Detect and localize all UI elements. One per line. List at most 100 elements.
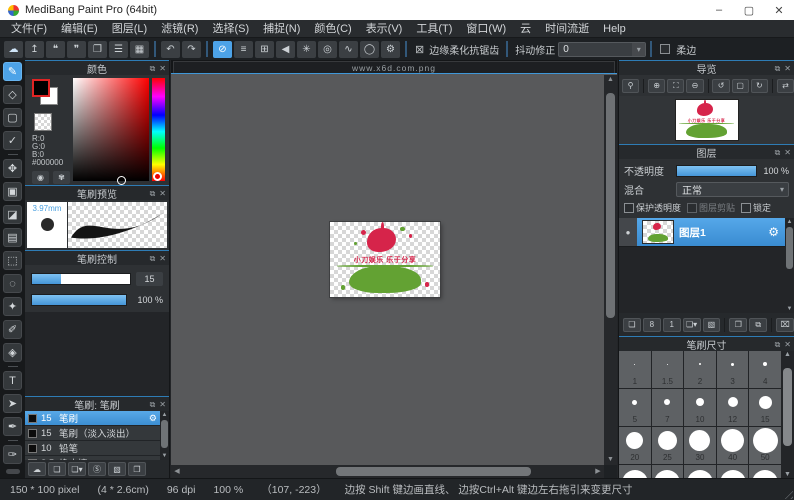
- brush-size-option[interactable]: 4: [749, 351, 781, 388]
- layer-visibility-toggle[interactable]: ●: [619, 218, 637, 246]
- eraser-tool[interactable]: ◇: [3, 85, 22, 104]
- menu-tools[interactable]: 工具(T): [409, 20, 459, 38]
- menu-color[interactable]: 颜色(C): [307, 20, 358, 38]
- scrollbar-thumb[interactable]: [786, 227, 793, 269]
- sv-marker[interactable]: [117, 176, 126, 185]
- add-1bit-layer-button[interactable]: 1: [663, 318, 681, 332]
- scroll-left-icon[interactable]: ◀: [171, 467, 183, 477]
- eyedropper-tool[interactable]: ✑: [3, 445, 22, 464]
- zoom-out-button[interactable]: ⊖: [686, 79, 703, 93]
- operation-select-tool[interactable]: ➤: [3, 394, 22, 413]
- scrollbar-thumb[interactable]: [783, 368, 792, 446]
- brush-size-value[interactable]: 15: [136, 272, 163, 286]
- menu-window[interactable]: 窗口(W): [459, 20, 513, 38]
- scroll-up-icon[interactable]: ▲: [787, 218, 793, 226]
- add-layer-button[interactable]: ❏: [623, 318, 641, 332]
- brush-tool[interactable]: ✎: [3, 62, 22, 81]
- add-brush-menu-button[interactable]: ❏▾: [68, 462, 86, 476]
- divide-tool[interactable]: ✒: [3, 417, 22, 436]
- select-eraser-tool[interactable]: ◈: [3, 343, 22, 362]
- cloud-brush-button[interactable]: ☁: [28, 462, 46, 476]
- close-icon[interactable]: ✕: [784, 148, 791, 157]
- menu-layer[interactable]: 图层(L): [105, 20, 154, 38]
- brush-size-option[interactable]: 15: [749, 389, 781, 426]
- scroll-right-icon[interactable]: ▶: [592, 467, 604, 477]
- brush-size-option[interactable]: 2: [684, 351, 716, 388]
- delete-layer-button[interactable]: ⌧: [776, 318, 794, 332]
- snap-radial-icon[interactable]: ✳: [297, 41, 316, 58]
- close-icon[interactable]: ✕: [159, 189, 166, 198]
- brush-size-scrollbar[interactable]: ▲ ▼: [781, 351, 794, 478]
- close-button[interactable]: ✕: [764, 0, 794, 20]
- gradient-tool[interactable]: ▤: [3, 228, 22, 247]
- soft-edge-checkbox[interactable]: [660, 44, 670, 54]
- brush-size-option[interactable]: 5: [619, 389, 651, 426]
- duplicate-brush-button[interactable]: ❐: [128, 462, 146, 476]
- layer-list-scrollbar[interactable]: ▲ ▼: [785, 218, 794, 313]
- add-brush-button[interactable]: ❏: [48, 462, 66, 476]
- layer-opacity-slider[interactable]: [676, 165, 757, 177]
- scrollbar-thumb[interactable]: [336, 467, 531, 476]
- close-icon[interactable]: ✕: [159, 400, 166, 409]
- canvas-horizontal-scrollbar[interactable]: ◀ ▶: [171, 465, 604, 478]
- reset-view-button[interactable]: ▢: [732, 79, 749, 93]
- brush-size-option[interactable]: [619, 465, 651, 478]
- duplicate-layer-button[interactable]: ❐: [729, 318, 747, 332]
- cloud-icon[interactable]: ☁: [4, 41, 23, 58]
- close-icon[interactable]: ✕: [159, 64, 166, 73]
- canvas-viewport[interactable]: 小刀娱乐 乐于分享: [171, 75, 604, 465]
- protect-alpha-checkbox[interactable]: [624, 203, 634, 213]
- maximize-button[interactable]: ▢: [734, 0, 764, 20]
- stabilizer-dropdown[interactable]: 0 ▾: [558, 42, 646, 57]
- canvas-tab[interactable]: www.x6d.com.png: [173, 61, 615, 73]
- scroll-down-icon[interactable]: ▼: [607, 455, 614, 465]
- zoom-100-button[interactable]: ⚲: [622, 79, 639, 93]
- toolbar-overflow-handle[interactable]: [6, 469, 20, 474]
- rotate-right-button[interactable]: ↻: [751, 79, 768, 93]
- popout-icon[interactable]: ⧉: [775, 64, 781, 74]
- move-tool[interactable]: ✥: [3, 159, 22, 178]
- magic-wand-tool[interactable]: ✦: [3, 297, 22, 316]
- brush-size-option[interactable]: 7: [652, 389, 684, 426]
- menu-help[interactable]: Help: [596, 20, 633, 38]
- menu-timelapse[interactable]: 时间流逝: [538, 20, 596, 38]
- brush-list-item[interactable]: 15 笔刷 ⚙: [25, 411, 160, 426]
- brush-size-option[interactable]: [684, 465, 716, 478]
- popout-icon[interactable]: ⧉: [150, 64, 156, 74]
- brush-folder-button[interactable]: ▧: [108, 462, 126, 476]
- snap-ellipse-icon[interactable]: ◯: [360, 41, 379, 58]
- scroll-down-icon[interactable]: ▼: [784, 471, 791, 478]
- canvas-document[interactable]: 小刀娱乐 乐于分享: [330, 222, 440, 297]
- form-icon[interactable]: ☰: [109, 41, 128, 58]
- transparent-color-swatch[interactable]: [34, 113, 52, 131]
- lock-checkbox[interactable]: [741, 203, 751, 213]
- brush-size-option[interactable]: 3: [717, 351, 749, 388]
- navigator-thumbnail[interactable]: 小刀娱乐 乐于分享: [676, 100, 738, 140]
- scroll-down-icon[interactable]: ▼: [787, 305, 793, 313]
- blend-mode-dropdown[interactable]: 正常 ▾: [676, 182, 789, 197]
- brush-size-option[interactable]: [749, 465, 781, 478]
- bucket-tool[interactable]: ◪: [3, 205, 22, 224]
- brush-opacity-slider[interactable]: [31, 294, 127, 306]
- gear-icon[interactable]: ⚙: [149, 413, 157, 424]
- brush-size-option[interactable]: 30: [684, 427, 716, 464]
- rotate-left-button[interactable]: ↺: [712, 79, 729, 93]
- brush-size-slider[interactable]: [31, 273, 131, 285]
- brush-size-option[interactable]: 50: [749, 427, 781, 464]
- feedback-icon[interactable]: ❞: [67, 41, 86, 58]
- palette-button[interactable]: ✾: [53, 171, 70, 184]
- snap-grid-icon[interactable]: ⊞: [255, 41, 274, 58]
- popout-icon[interactable]: ⧉: [775, 340, 781, 350]
- document-icon[interactable]: ❐: [88, 41, 107, 58]
- add-8bit-layer-button[interactable]: 8: [643, 318, 661, 332]
- brush-size-option[interactable]: 40: [717, 427, 749, 464]
- snap-parallel-icon[interactable]: ≡: [234, 41, 253, 58]
- popout-icon[interactable]: ⧉: [150, 189, 156, 199]
- brush-size-option[interactable]: 1.5: [652, 351, 684, 388]
- minimize-button[interactable]: –: [704, 0, 734, 20]
- fill-rect-tool[interactable]: ▣: [3, 182, 22, 201]
- comment-icon[interactable]: ❝: [46, 41, 65, 58]
- gear-icon[interactable]: ⚙: [768, 225, 779, 239]
- shape-brush-tool[interactable]: ▢: [3, 108, 22, 127]
- antialias-icon[interactable]: ⊠: [415, 43, 424, 56]
